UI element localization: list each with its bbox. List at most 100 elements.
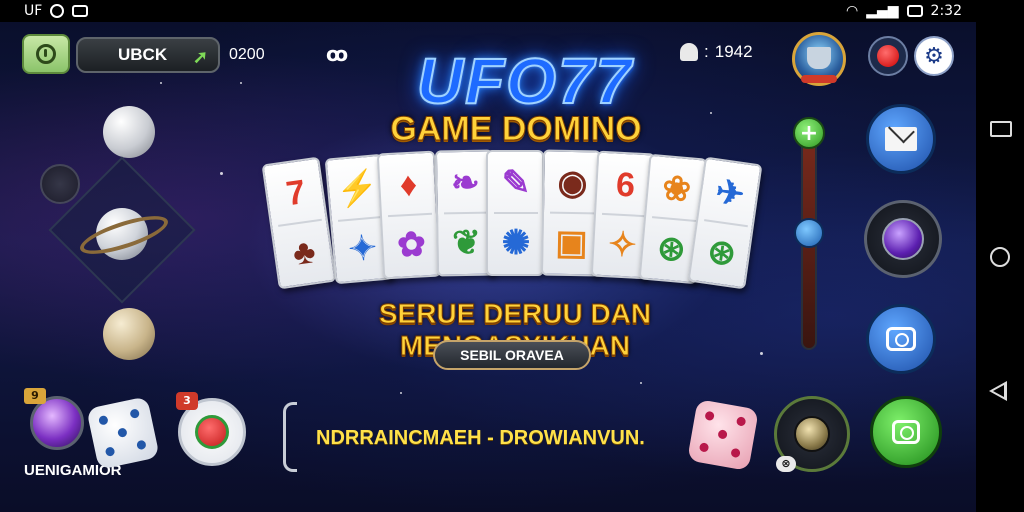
recents-button[interactable] (990, 121, 1012, 137)
crystal-ball-button[interactable] (30, 396, 84, 450)
dice-pip (704, 410, 715, 422)
tile-top-symbol: ❀ (660, 169, 693, 210)
tile-bottom-symbol: ✿ (396, 225, 427, 265)
tile-bottom-symbol: ✧ (607, 225, 638, 265)
star (240, 82, 242, 84)
ghost-icon (680, 43, 698, 61)
media-icon (72, 5, 89, 17)
tile-top-symbol: ✈ (713, 172, 747, 215)
domino-tiles: 7 ♣ ⚡ ✦ ♦ ✿ ❧ ❦ ✎ ✺ ◉ ▣ 6 ✧ ❀ ⊛ ✈ ⊛ (261, 149, 763, 320)
domino-tile[interactable]: ✎ ✺ (486, 150, 544, 276)
tile-divider (443, 211, 489, 215)
tile-bottom-symbol: ✺ (501, 224, 531, 262)
avatar[interactable] (792, 32, 846, 86)
game-subtitle: GAME DOMINO (390, 110, 642, 149)
tile-bottom-symbol: ▣ (555, 223, 588, 263)
power-icon (36, 44, 56, 64)
camera-button[interactable] (866, 304, 936, 374)
dice-pip (698, 442, 710, 453)
edit-icon[interactable]: ➚ (193, 47, 208, 68)
pink-dice-button[interactable] (687, 399, 759, 471)
tile-top-symbol: ◉ (557, 163, 588, 203)
star (710, 112, 712, 114)
status-time: 2:32 (930, 3, 962, 19)
plus-icon: + (799, 120, 819, 146)
camera-icon (892, 420, 920, 444)
username-text: UBCK (118, 45, 168, 64)
dice-pip (129, 408, 141, 419)
back-button[interactable] (989, 381, 1007, 401)
tile-top-symbol: ❧ (450, 163, 481, 203)
joystick-tag: ⊗ (776, 456, 796, 472)
status-bar: UF ◠ ▂▄▆ 2:32 (0, 0, 976, 22)
dice-pip (98, 414, 109, 426)
sand-planet-icon[interactable] (103, 308, 155, 360)
screenshot-button[interactable] (870, 396, 942, 468)
record-icon (877, 45, 899, 67)
tile-bottom-symbol: ❦ (451, 223, 482, 263)
moon-planet-icon[interactable] (103, 106, 155, 158)
star (760, 352, 763, 355)
star (160, 82, 162, 84)
online-counter: : 1942 (680, 42, 753, 62)
record-button[interactable] (868, 36, 908, 76)
tile-divider (494, 212, 538, 214)
location-icon (50, 4, 65, 18)
settings-button[interactable]: ⚙ (914, 36, 954, 76)
trophy-icon (807, 47, 831, 69)
home-nav-button[interactable] (990, 247, 1010, 267)
game-screen: UBCK ➚ 0200 ꝏ : 1942 ⚙ UFO77 GAME DOMINO… (0, 22, 976, 512)
online-separator: : (704, 42, 709, 61)
play-button-label: SEBIL ORAVEA (460, 347, 564, 363)
tile-top-symbol: ✎ (501, 164, 531, 202)
status-right: ◠ ▂▄▆ 2:32 (846, 3, 962, 19)
slider-handle[interactable] (794, 218, 824, 248)
level-bar (801, 75, 837, 83)
tile-top-symbol: 6 (615, 165, 637, 205)
power-button[interactable] (22, 34, 70, 74)
camera-icon (886, 327, 916, 351)
star (400, 392, 402, 394)
tile-divider (549, 211, 595, 215)
top-mark-icon: ꝏ (326, 42, 349, 66)
tile-divider (387, 212, 433, 218)
gear-icon: ⚙ (924, 43, 944, 69)
android-nav-bar (976, 0, 1024, 512)
mail-button[interactable] (866, 104, 936, 174)
tile-divider (651, 216, 696, 223)
crystal-badge: 9 (24, 388, 46, 404)
news-ticker: NDRRAINCMAEH - DROWIANVUN. (316, 427, 645, 449)
coin-icon[interactable] (40, 164, 80, 204)
plus-button[interactable]: + (793, 117, 825, 149)
envelope-icon (885, 127, 917, 151)
status-left: UF (24, 3, 89, 19)
domino-tile[interactable]: ♦ ✿ (376, 150, 442, 280)
wifi-icon: ◠ (846, 3, 859, 19)
tile-top-symbol: ⚡ (334, 168, 381, 210)
heart-icon (195, 415, 229, 449)
dice-pip (136, 439, 147, 451)
play-button[interactable]: SEBIL ORAVEA (433, 340, 591, 370)
tile-top-symbol: ♦ (398, 165, 419, 204)
game-logo: UFO77 (416, 44, 634, 118)
tile-divider (337, 215, 382, 222)
tile-divider (601, 212, 647, 218)
dice-pip (735, 416, 747, 427)
dice-button[interactable] (86, 396, 160, 470)
star (640, 382, 642, 384)
joystick-icon (794, 416, 830, 452)
tile-bottom-symbol: ✦ (346, 228, 379, 269)
direction-pad[interactable] (864, 200, 942, 278)
tile-bottom-symbol: ⊛ (705, 232, 739, 274)
signal-icon: ▂▄▆ (866, 3, 899, 19)
online-count: 1942 (714, 42, 753, 61)
dice-pip (104, 446, 116, 457)
dice-pip (730, 447, 741, 459)
status-app-label: UF (24, 3, 43, 19)
dice-pip (717, 429, 728, 440)
heart-badge: 3 (176, 392, 198, 410)
tile-bottom-symbol: ⊛ (655, 228, 688, 270)
tile-top-symbol: 7 (283, 172, 308, 213)
crystal-orb-icon (882, 218, 924, 260)
username-field[interactable]: UBCK ➚ (76, 37, 220, 73)
